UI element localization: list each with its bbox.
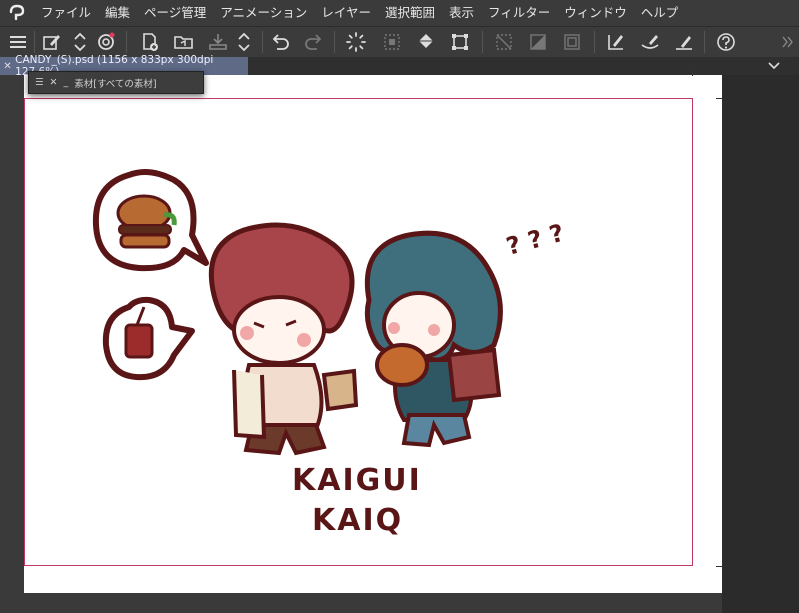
menu-view[interactable]: 表示 [442, 0, 481, 26]
save-icon[interactable] [206, 30, 230, 54]
ruler-pen-icon[interactable] [672, 30, 696, 54]
help-question-icon[interactable] [714, 30, 738, 54]
menu-edit[interactable]: 編集 [98, 0, 137, 26]
material-panel-title: 素材[すべての素材] [74, 78, 157, 90]
pen-tool-icon[interactable] [604, 30, 628, 54]
selection-grid-icon[interactable] [380, 30, 404, 54]
frame-tick [716, 98, 722, 99]
undo-icon[interactable] [268, 30, 292, 54]
up-down-arrows-icon[interactable] [68, 30, 92, 54]
fill-bucket-icon[interactable] [414, 30, 438, 54]
menu-bar: ファイル 編集 ページ管理 アニメーション レイヤー 選択範囲 表示 フィルター… [0, 0, 799, 26]
new-document-icon[interactable] [138, 30, 162, 54]
open-folder-icon[interactable] [172, 30, 196, 54]
close-icon[interactable]: ✕ [0, 61, 15, 72]
hamburger-menu-icon[interactable] [6, 30, 30, 54]
app-logo-icon[interactable] [0, 0, 34, 26]
layer-frame-icon[interactable] [560, 30, 584, 54]
up-down-arrows-icon[interactable] [232, 30, 256, 54]
material-panel-floating[interactable]: ☰ ✕ _ 素材[すべての素材] [28, 71, 204, 94]
brush-tool-icon[interactable] [638, 30, 662, 54]
loading-spinner-icon[interactable] [344, 30, 368, 54]
menu-help[interactable]: ヘルプ [634, 0, 686, 26]
canvas-bottom-gutter [0, 595, 722, 613]
menu-file[interactable]: ファイル [34, 0, 98, 26]
edit-pen-icon[interactable] [40, 30, 64, 54]
clear-selection-icon[interactable] [492, 30, 516, 54]
invert-selection-icon[interactable] [526, 30, 550, 54]
crop-frame-border [24, 98, 693, 566]
frame-tick [692, 70, 693, 76]
chevron-right-double-icon[interactable] [780, 30, 796, 54]
chevron-down-icon[interactable] [767, 58, 781, 72]
transform-icon[interactable] [448, 30, 472, 54]
menu-animation[interactable]: アニメーション [213, 0, 314, 26]
menu-layer[interactable]: レイヤー [314, 0, 378, 26]
minimize-icon[interactable]: _ [64, 77, 69, 88]
panel-menu-icon[interactable]: ☰ [35, 77, 44, 88]
menu-page[interactable]: ページ管理 [137, 0, 213, 26]
redo-icon[interactable] [302, 30, 326, 54]
menu-window[interactable]: ウィンドウ [557, 0, 634, 26]
menu-filter[interactable]: フィルター [481, 0, 557, 26]
frame-tick [716, 566, 722, 567]
companion-app-icon[interactable] [94, 30, 118, 54]
close-icon[interactable]: ✕ [50, 77, 58, 88]
menu-selection[interactable]: 選択範囲 [378, 0, 442, 26]
right-panel-gutter [722, 75, 799, 613]
